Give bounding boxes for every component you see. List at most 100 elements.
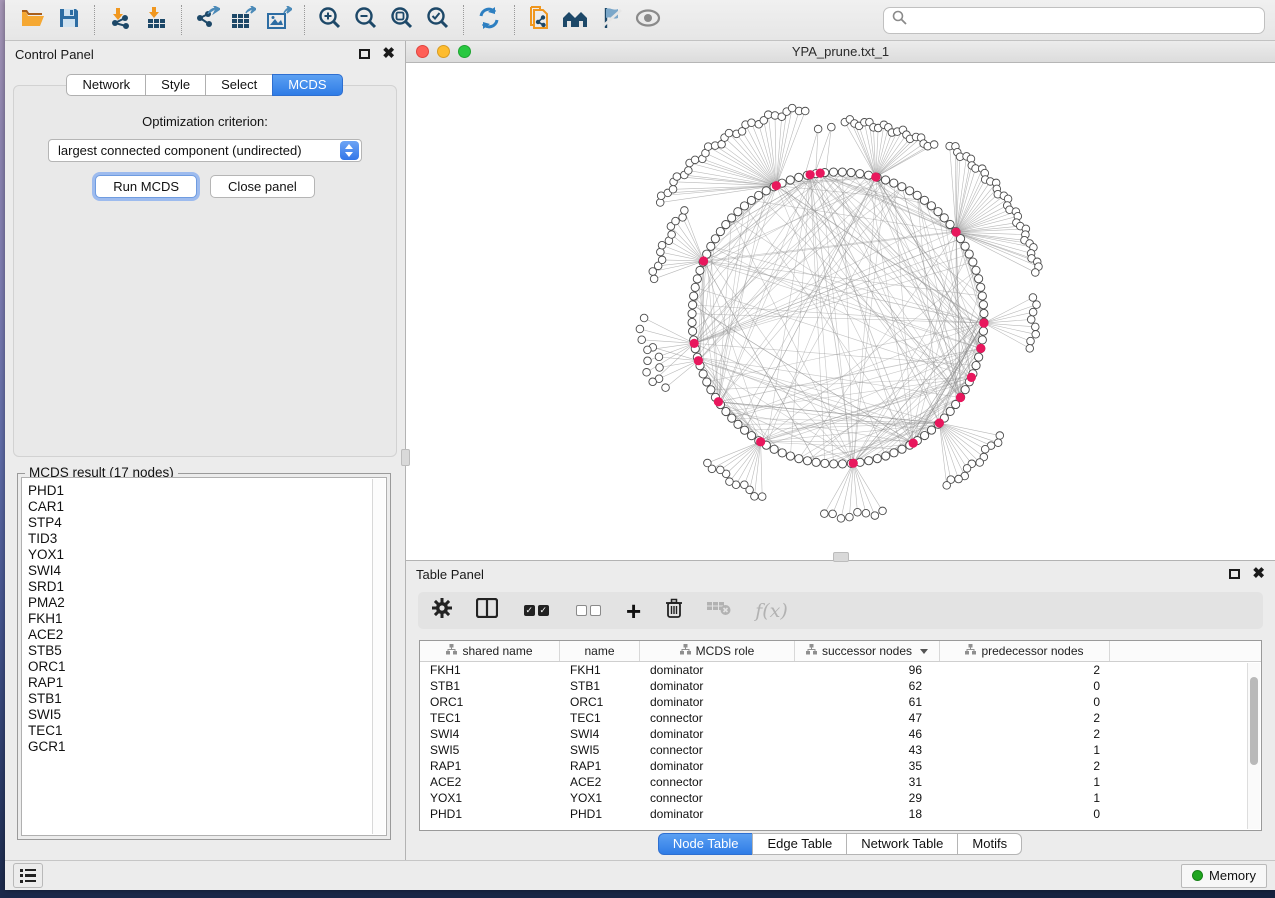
result-item[interactable]: SWI4	[28, 563, 386, 579]
show-log-button[interactable]	[13, 863, 43, 888]
zoom-in-icon	[318, 6, 342, 35]
select-all-button[interactable]	[522, 605, 550, 616]
eye-button[interactable]	[633, 5, 663, 35]
run-mcds-button[interactable]: Run MCDS	[95, 175, 197, 198]
tab-select[interactable]: Select	[205, 74, 273, 96]
deselect-all-button[interactable]	[574, 605, 602, 616]
result-item[interactable]: FKH1	[28, 611, 386, 627]
table-settings-button[interactable]	[432, 598, 452, 623]
network-view[interactable]	[406, 63, 1275, 560]
close-panel-button[interactable]: Close panel	[210, 175, 315, 198]
tab-edge-table[interactable]: Edge Table	[752, 833, 847, 855]
add-column-button[interactable]: +	[626, 601, 641, 621]
result-item[interactable]: STP4	[28, 515, 386, 531]
import-table-button[interactable]	[141, 5, 171, 35]
close-panel-icon[interactable]: ✖	[1252, 569, 1265, 579]
export-table-button[interactable]	[228, 5, 258, 35]
mcds-result-list[interactable]: PHD1CAR1STP4TID3YOX1SWI4SRD1PMA2FKH1ACE2…	[21, 477, 387, 836]
function-builder-button[interactable]: f(x)	[755, 600, 788, 622]
result-item[interactable]: ORC1	[28, 659, 386, 675]
memory-button[interactable]: Memory	[1181, 864, 1267, 888]
save-session-button[interactable]	[54, 5, 84, 35]
table-cell: STB1	[560, 679, 640, 693]
mcds-tab-content: Optimization criterion: largest connecte…	[13, 85, 397, 457]
result-item[interactable]: STB5	[28, 643, 386, 659]
show-columns-button[interactable]	[476, 598, 498, 623]
refresh-button[interactable]	[474, 5, 504, 35]
memory-label: Memory	[1209, 868, 1256, 883]
table-row[interactable]: RAP1RAP1dominator352	[420, 758, 1261, 774]
table-cell: connector	[640, 775, 795, 789]
result-item[interactable]: TEC1	[28, 723, 386, 739]
network-from-selection-button[interactable]	[525, 5, 555, 35]
table-cell: 2	[940, 727, 1110, 741]
vertical-splitter-handle[interactable]	[401, 449, 410, 466]
column-header-successor-nodes[interactable]: successor nodes	[795, 641, 940, 661]
search-field[interactable]	[883, 7, 1265, 34]
delete-table-button[interactable]	[707, 600, 731, 621]
hide-graphics-icon	[562, 8, 590, 33]
table-row[interactable]: SWI4SWI4dominator462	[420, 726, 1261, 742]
result-item[interactable]: PMA2	[28, 595, 386, 611]
table-row[interactable]: ORC1ORC1dominator610	[420, 694, 1261, 710]
delete-column-button[interactable]	[665, 598, 683, 624]
column-header-MCDS-role[interactable]: MCDS role	[640, 641, 795, 661]
result-item[interactable]: YOX1	[28, 547, 386, 563]
tab-network[interactable]: Network	[66, 74, 146, 96]
table-row[interactable]: TEC1TEC1connector472	[420, 710, 1261, 726]
hide-graphics-button[interactable]	[561, 5, 591, 35]
result-item[interactable]: RAP1	[28, 675, 386, 691]
network-canvas[interactable]	[406, 63, 1275, 560]
zoom-selected-button[interactable]	[423, 5, 453, 35]
float-panel-icon[interactable]	[359, 49, 370, 59]
tab-motifs[interactable]: Motifs	[957, 833, 1022, 855]
result-item[interactable]: ACE2	[28, 627, 386, 643]
tab-node-table[interactable]: Node Table	[658, 833, 754, 855]
export-image-button[interactable]	[264, 5, 294, 35]
search-input[interactable]	[913, 13, 1256, 28]
table-cell: 1	[940, 791, 1110, 805]
result-list-scrollbar[interactable]	[372, 479, 385, 834]
result-item[interactable]: SWI5	[28, 707, 386, 723]
zoom-fit-button[interactable]	[387, 5, 417, 35]
column-header-name[interactable]: name	[560, 641, 640, 661]
result-item[interactable]: GCR1	[28, 739, 386, 755]
tab-network-table[interactable]: Network Table	[846, 833, 958, 855]
table-row[interactable]: FKH1FKH1dominator962	[420, 662, 1261, 678]
table-row[interactable]: ACE2ACE2connector311	[420, 774, 1261, 790]
table-row[interactable]: PHD1PHD1dominator180	[420, 806, 1261, 822]
table-scrollbar[interactable]	[1247, 663, 1260, 829]
refresh-icon	[477, 6, 501, 35]
columns-icon	[476, 598, 498, 623]
table-row[interactable]: STB1STB1dominator620	[420, 678, 1261, 694]
open-file-button[interactable]	[18, 5, 48, 35]
optimization-criterion-select[interactable]: largest connected component (undirected)	[48, 139, 362, 162]
flag-button[interactable]	[597, 5, 627, 35]
eye-icon	[635, 9, 661, 32]
column-header-shared-name[interactable]: shared name	[420, 641, 560, 661]
result-item[interactable]: SRD1	[28, 579, 386, 595]
zoom-in-button[interactable]	[315, 5, 345, 35]
result-item[interactable]: STB1	[28, 691, 386, 707]
close-panel-icon[interactable]: ✖	[382, 49, 395, 59]
result-item[interactable]: CAR1	[28, 499, 386, 515]
tab-mcds[interactable]: MCDS	[272, 74, 342, 96]
network-titlebar: YPA_prune.txt_1	[406, 41, 1275, 63]
result-item[interactable]: TID3	[28, 531, 386, 547]
result-item[interactable]: PHD1	[28, 483, 386, 499]
table-cell: 46	[795, 727, 940, 741]
import-network-button[interactable]	[105, 5, 135, 35]
float-panel-icon[interactable]	[1229, 569, 1240, 579]
horizontal-splitter-handle[interactable]	[833, 552, 849, 562]
control-panel-tabs: Network Style Select MCDS	[5, 74, 405, 96]
column-header-predecessor-nodes[interactable]: predecessor nodes	[940, 641, 1110, 661]
export-network-button[interactable]	[192, 5, 222, 35]
table-panel-title: Table Panel	[416, 567, 1229, 582]
table-tabs: Node Table Edge Table Network Table Moti…	[406, 833, 1275, 855]
table-row[interactable]: YOX1YOX1connector291	[420, 790, 1261, 806]
checked-box-icon	[524, 605, 535, 616]
table-scrollbar-thumb[interactable]	[1250, 677, 1258, 765]
zoom-out-button[interactable]	[351, 5, 381, 35]
tab-style[interactable]: Style	[145, 74, 206, 96]
table-row[interactable]: SWI5SWI5connector431	[420, 742, 1261, 758]
